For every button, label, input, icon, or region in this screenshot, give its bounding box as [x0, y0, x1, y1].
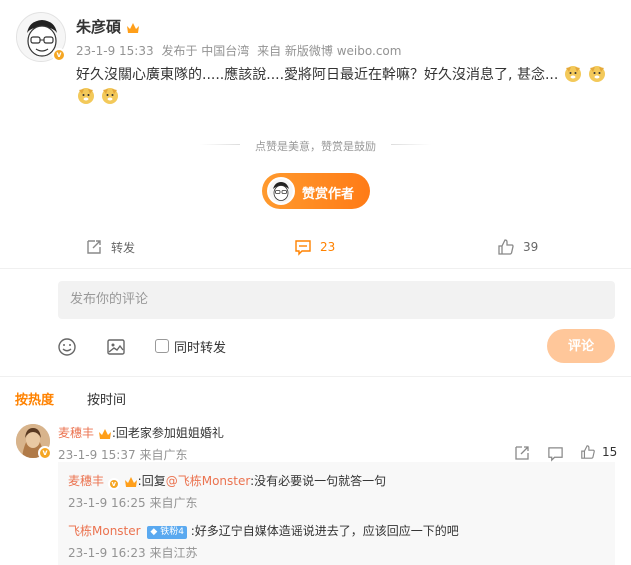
like-count: 39	[523, 240, 539, 254]
reply-user-name[interactable]: 飞栋Monster	[68, 524, 141, 538]
post-meta: 23-1-9 15:33 发布于 中国台湾 来自 新版微博 weibo.com	[76, 42, 405, 59]
reply-line: 飞栋Monster ◆ 铁粉4 :好多辽宁自媒体造谣说进去了，应该回应一下的吧	[68, 522, 459, 539]
reward-author-button[interactable]: 赞赏作者	[262, 173, 370, 209]
doge-emoji-icon	[78, 88, 94, 104]
reply-meta: 23-1-9 16:23 来自江苏	[68, 544, 197, 561]
comment-text: :回老家参加姐姐婚礼	[111, 426, 224, 440]
reply-time: 23-1-9 16:23	[68, 546, 146, 560]
crown-icon	[98, 428, 111, 439]
verified-badge-icon: v	[38, 446, 52, 460]
comment-line: 麦穗丰 :回老家参加姐姐婚礼	[58, 424, 224, 441]
repost-button[interactable]: 转发	[85, 238, 135, 256]
reply-location: 来自江苏	[149, 546, 198, 560]
fan-level-text: 铁粉4	[160, 527, 184, 537]
author-avatar-small	[267, 177, 295, 205]
repost-icon	[87, 240, 101, 254]
submit-comment-button[interactable]: 评论	[547, 329, 615, 363]
comment-like-count: 15	[602, 445, 618, 459]
post-location: 发布于 中国台湾	[161, 44, 250, 58]
image-upload-icon[interactable]	[106, 337, 126, 357]
reply-location: 来自广东	[149, 496, 198, 510]
comment-button[interactable]: 23	[294, 238, 335, 256]
commenter-name[interactable]: 麦穗丰	[58, 426, 94, 440]
fan-level-badge: ◆ 铁粉4	[147, 526, 187, 539]
like-button[interactable]: 39	[497, 238, 538, 256]
reply-user-name[interactable]: 麦穗丰	[68, 474, 104, 488]
reply-time: 23-1-9 16:25	[68, 496, 146, 510]
comment-input[interactable]: 发布你的评论	[58, 281, 615, 319]
reply-meta: 23-1-9 16:25 来自广东	[68, 494, 197, 511]
doge-emoji-icon	[564, 66, 581, 82]
comment-time: 23-1-9 15:37	[58, 448, 136, 462]
section-divider	[0, 268, 631, 269]
doge-emoji-icon	[589, 66, 606, 82]
doge-emoji-icon	[102, 88, 119, 104]
emoji-picker-icon[interactable]	[57, 337, 77, 357]
forward-checkbox[interactable]	[155, 339, 169, 353]
thumbs-up-icon	[581, 445, 595, 459]
comment-meta: 23-1-9 15:37 来自广东	[58, 446, 187, 463]
comment-location: 来自广东	[139, 448, 188, 462]
sort-by-hot-tab[interactable]: 按热度	[15, 389, 54, 408]
verified-badge-icon: v	[52, 48, 66, 62]
thumbs-up-icon	[498, 239, 514, 255]
sort-by-time-tab[interactable]: 按时间	[87, 389, 126, 408]
crown-icon	[127, 22, 140, 33]
reply-text: :没有必要说一句就答一句	[250, 474, 387, 488]
reply-prefix: :回复	[137, 474, 166, 488]
forward-label[interactable]: 同时转发	[174, 337, 226, 356]
comment-count: 23	[320, 240, 336, 254]
reply-text: :好多辽宁自媒体造谣说进去了，应该回应一下的吧	[190, 524, 459, 538]
reward-button-label: 赞赏作者	[302, 187, 355, 202]
repost-icon[interactable]	[514, 445, 530, 461]
comment-like-button[interactable]: 15	[580, 444, 617, 460]
divider-line	[391, 144, 431, 145]
post-text: 好久沒關心廣東隊的.....應該說....愛將阿日最近在幹嘛？好久沒消息了, 甚…	[76, 64, 616, 108]
author-name[interactable]: 朱彦碩	[76, 16, 140, 37]
comment-icon[interactable]	[547, 445, 564, 462]
post-source: 来自 新版微博 weibo.com	[257, 44, 402, 58]
comment-icon	[295, 240, 311, 256]
reward-caption: 点赞是美意，赞赏是鼓励	[255, 140, 376, 153]
crown-icon	[124, 476, 137, 487]
reply-line: 麦穗丰 v :回复@飞栋Monster:没有必要说一句就答一句	[68, 472, 386, 490]
repost-label: 转发	[111, 240, 136, 255]
section-divider	[0, 376, 631, 377]
verified-badge-icon: v	[107, 478, 120, 490]
reply-mention[interactable]: @飞栋Monster	[166, 474, 250, 488]
post-time[interactable]: 23-1-9 15:33	[76, 44, 154, 58]
